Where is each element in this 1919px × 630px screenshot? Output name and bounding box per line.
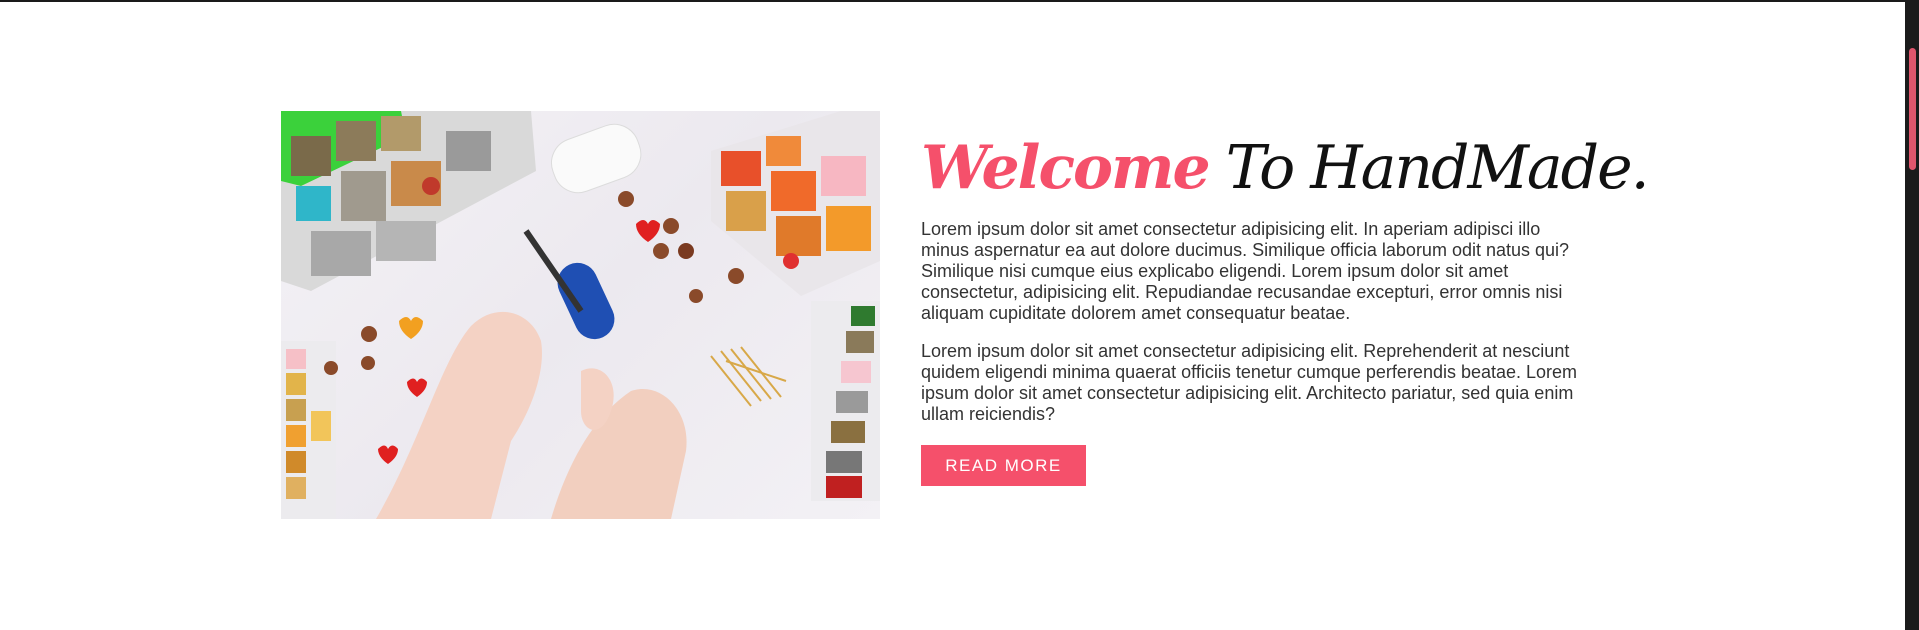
- bead-organizer-right: [811, 301, 880, 501]
- crafting-hands: [376, 229, 687, 519]
- heading-accent: Welcome: [921, 133, 1211, 203]
- section-heading: Welcome To HandMade.: [921, 133, 1650, 203]
- about-paragraph-1: Lorem ipsum dolor sit amet consectetur a…: [921, 219, 1570, 323]
- bead-organizer-top-left: [281, 111, 536, 291]
- heading-rest: To HandMade.: [1225, 133, 1650, 203]
- about-content: Welcome To HandMade. Lorem ipsum dolor s…: [921, 133, 1650, 486]
- about-paragraph-2: Lorem ipsum dolor sit amet consectetur a…: [921, 341, 1578, 424]
- read-more-button[interactable]: Read more: [921, 445, 1086, 486]
- scrollbar-thumb[interactable]: [1909, 48, 1916, 170]
- scrollbar[interactable]: [1905, 0, 1919, 630]
- thread-spool: [551, 123, 642, 194]
- crafting-photo: [281, 111, 880, 519]
- page-top-border: [0, 0, 1905, 2]
- gold-pins: [710, 346, 787, 407]
